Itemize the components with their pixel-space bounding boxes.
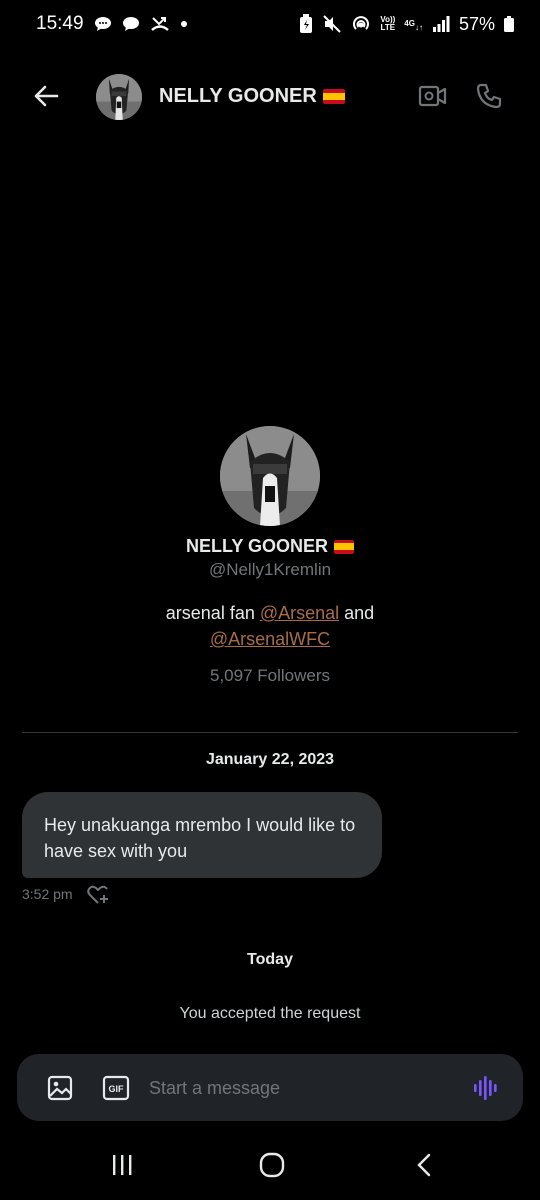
battery-percent: 57%	[458, 13, 495, 34]
gif-label: GIF	[109, 1084, 125, 1094]
status-right: Vo)) LTE 4G ↓↑ 57%	[299, 14, 514, 35]
voice-call-button[interactable]	[472, 80, 506, 112]
bio-mention-arsenalwfc[interactable]: @ArsenalWFC	[210, 629, 330, 649]
volte-icon: Vo)) LTE	[380, 15, 396, 32]
spain-flag-icon	[322, 89, 345, 104]
notification-dot-icon	[180, 20, 188, 28]
spain-flag-icon	[334, 539, 355, 554]
status-left: 15:49	[36, 13, 188, 35]
message-timestamp: 3:52 pm	[22, 886, 73, 902]
phone-icon	[476, 83, 502, 109]
video-camera-icon	[418, 85, 447, 107]
back-arrow-icon	[34, 85, 59, 107]
message-composer: GIF	[17, 1054, 523, 1121]
video-call-button[interactable]	[416, 80, 450, 112]
header-name-text: NELLY GOONER	[159, 85, 317, 107]
message-text: Hey unakuanga mrembo I would like to hav…	[44, 815, 356, 861]
battery-icon	[504, 16, 514, 32]
image-icon	[47, 1075, 73, 1101]
battery-saver-icon	[299, 14, 313, 34]
hotspot-icon	[351, 14, 371, 34]
network-type-icon: 4G ↓↑	[404, 19, 423, 32]
message-bubble[interactable]: Hey unakuanga mrembo I would like to hav…	[22, 792, 382, 878]
bio-text: arsenal fan	[165, 603, 260, 623]
avatar-image	[96, 74, 142, 120]
network-type-label: 4G	[404, 19, 415, 28]
header-avatar[interactable]	[96, 74, 142, 120]
add-reaction-button[interactable]	[86, 884, 110, 906]
conversation-header: NELLY GOONER	[0, 66, 540, 126]
bio-mention-arsenal[interactable]: @Arsenal	[260, 603, 339, 623]
followers-count[interactable]: 5,097 Followers	[0, 666, 540, 686]
profile-avatar[interactable]	[220, 426, 320, 526]
divider	[22, 732, 518, 733]
message-input[interactable]	[149, 1074, 449, 1102]
voice-waveform-icon	[474, 1076, 497, 1100]
status-time: 15:49	[36, 13, 84, 34]
add-gif-button[interactable]: GIF	[102, 1075, 130, 1101]
home-icon	[259, 1152, 285, 1178]
message-icon	[122, 16, 140, 32]
recents-icon	[113, 1155, 132, 1175]
system-back-button[interactable]	[412, 1152, 438, 1178]
profile-name: NELLY GOONER	[0, 536, 540, 557]
header-contact-name[interactable]: NELLY GOONER	[159, 85, 345, 108]
chevron-left-icon	[417, 1153, 431, 1177]
home-button[interactable]	[258, 1152, 286, 1178]
add-image-button[interactable]	[47, 1075, 73, 1101]
voice-message-button[interactable]	[472, 1074, 500, 1102]
chat-bubble-icon	[94, 16, 112, 32]
profile-name-text: NELLY GOONER	[185, 536, 329, 556]
status-bar: 15:49 Vo)) LTE 4G ↓↑ 57%	[0, 0, 540, 48]
system-notice: You accepted the request	[179, 1005, 361, 1022]
mute-icon	[322, 14, 342, 34]
date-separator: January 22, 2023	[205, 751, 335, 768]
missed-call-icon	[150, 15, 170, 33]
avatar-image	[220, 426, 320, 526]
system-nav-bar	[0, 1130, 540, 1200]
back-button[interactable]	[30, 80, 62, 112]
recents-button[interactable]	[108, 1152, 136, 1178]
bio-joiner: and	[339, 603, 375, 623]
profile-bio: arsenal fan @Arsenal and @ArsenalWFC	[120, 600, 420, 652]
today-separator: Today	[247, 951, 293, 968]
heart-plus-icon	[87, 885, 108, 904]
profile-handle: @Nelly1Kremlin	[208, 560, 332, 579]
gif-icon: GIF	[102, 1075, 130, 1101]
signal-icon	[432, 16, 450, 32]
